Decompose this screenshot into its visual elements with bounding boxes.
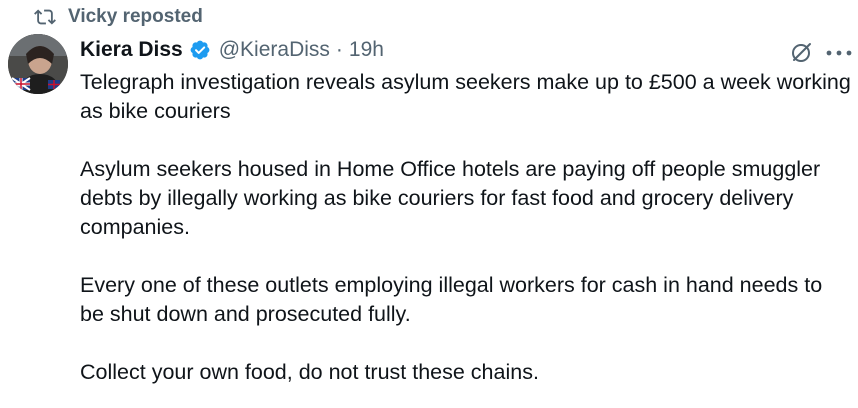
avatar[interactable] xyxy=(8,34,68,94)
repost-label: Vicky reposted xyxy=(68,6,203,27)
repost-icon xyxy=(34,6,56,28)
author-handle[interactable]: @KieraDiss xyxy=(219,38,330,62)
tweet-paragraph: Every one of these outlets employing ill… xyxy=(80,273,823,326)
repost-indicator[interactable]: Vicky reposted xyxy=(34,5,203,29)
tweet-paragraph: Asylum seekers housed in Home Office hot… xyxy=(80,157,821,239)
more-options-icon[interactable] xyxy=(824,46,854,58)
separator-dot: · xyxy=(335,38,343,61)
tweet-paragraph: Collect your own food, do not trust thes… xyxy=(80,360,539,384)
author-name[interactable]: Kiera Diss xyxy=(80,38,183,62)
timestamp[interactable]: 19h xyxy=(349,38,384,62)
tweet-paragraph: Telegraph investigation reveals asylum s… xyxy=(80,70,851,123)
grok-icon[interactable] xyxy=(790,40,814,64)
verified-badge-icon[interactable] xyxy=(189,39,211,61)
tweet-header: Kiera Diss @KieraDiss · 19h xyxy=(80,36,384,64)
tweet-text: Telegraph investigation reveals asylum s… xyxy=(80,68,852,387)
